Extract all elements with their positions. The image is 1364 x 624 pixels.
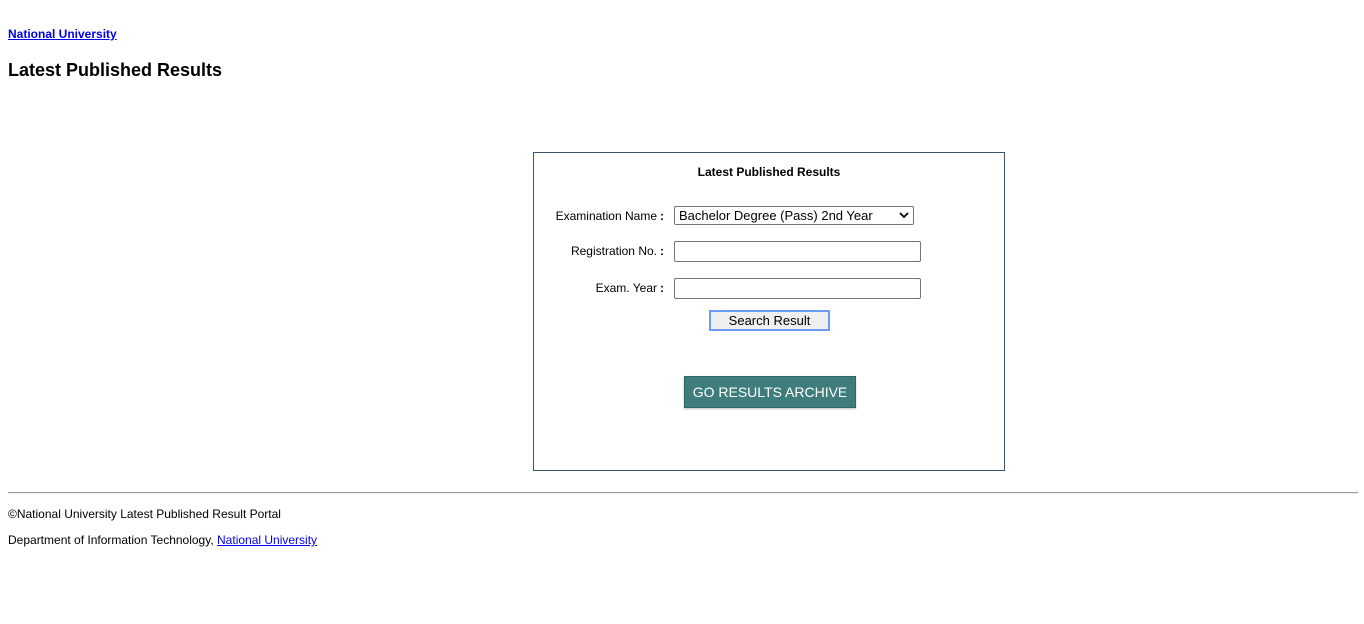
- registration-label-colon: :: [660, 244, 664, 258]
- footer-national-university-link[interactable]: National University: [217, 533, 317, 547]
- exam-year-label-colon: :: [660, 281, 664, 295]
- form-title: Latest Published Results: [697, 165, 841, 179]
- go-results-archive-button[interactable]: GO RESULTS ARCHIVE: [684, 376, 856, 408]
- search-result-button[interactable]: Search Result: [709, 310, 830, 331]
- registration-input[interactable]: [674, 241, 921, 262]
- exam-year-label: Exam. Year:: [596, 281, 664, 295]
- footer-department: Department of Information Technology, Na…: [8, 533, 317, 547]
- exam-year-input[interactable]: [674, 278, 921, 299]
- exam-name-selected-value: Bachelor Degree (Pass) 2nd Year: [679, 208, 873, 223]
- footer-divider: [8, 492, 1358, 494]
- page-title: Latest Published Results: [8, 60, 223, 80]
- exam-name-label-text: Examination Name: [555, 209, 657, 223]
- footer-copyright: ©National University Latest Published Re…: [8, 507, 281, 521]
- chevron-down-icon: [899, 212, 909, 219]
- national-university-link[interactable]: National University: [8, 27, 117, 41]
- footer-department-text: Department of Information Technology,: [8, 533, 214, 547]
- exam-name-label-colon: :: [660, 209, 664, 223]
- registration-label-text: Registration No.: [570, 244, 657, 258]
- registration-label: Registration No.:: [571, 244, 664, 258]
- exam-name-select[interactable]: Bachelor Degree (Pass) 2nd Year: [674, 206, 914, 225]
- page: National University Latest Published Res…: [0, 0, 1364, 624]
- exam-year-label-text: Exam. Year: [595, 281, 657, 295]
- result-search-form: Latest Published Results Examination Nam…: [533, 152, 1005, 471]
- exam-name-label: Examination Name:: [556, 209, 664, 223]
